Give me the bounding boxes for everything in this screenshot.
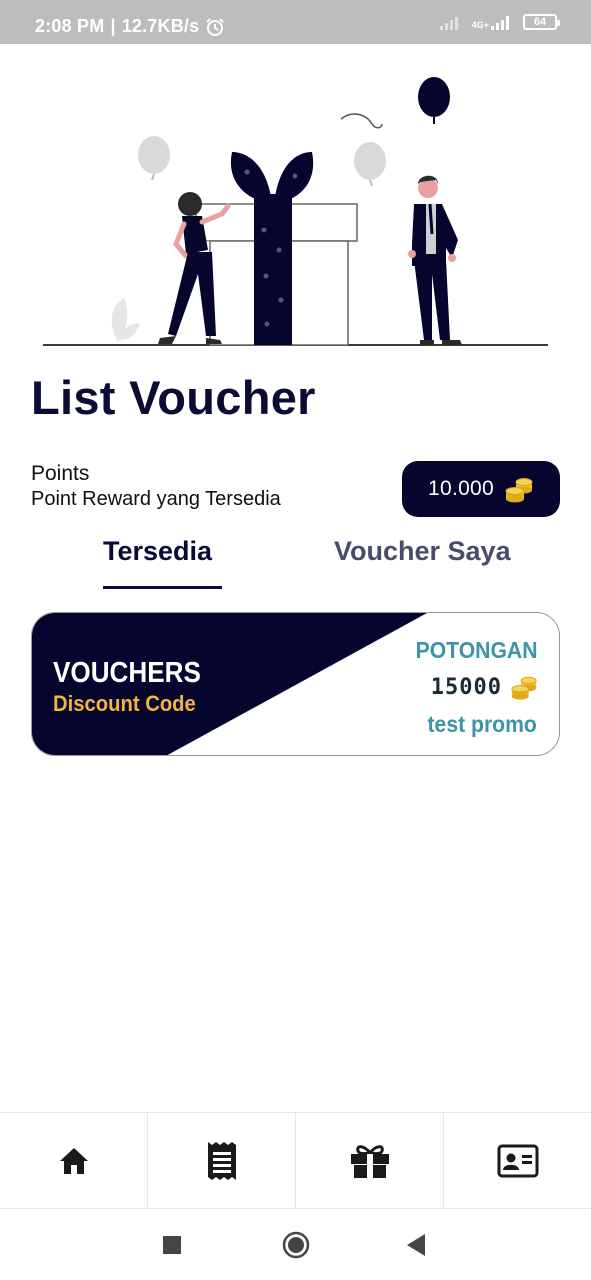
status-time: 2:08 PM [35, 16, 105, 36]
nav-transactions[interactable] [148, 1113, 296, 1208]
voucher-discount-label: POTONGAN [415, 637, 537, 663]
gift-icon [350, 1144, 389, 1178]
decor-squiggle [340, 113, 383, 129]
voucher-subheading: Discount Code [53, 691, 196, 716]
status-bar: 2:08 PM | 12.7KB/s 4G+ 64 [0, 0, 591, 44]
points-badge[interactable]: 10.000 [402, 461, 560, 517]
balloon-grey-right [354, 142, 386, 187]
status-speed: 12.7KB/s [121, 16, 200, 36]
gift-box [195, 152, 358, 346]
status-left: 2:08 PM | 12.7KB/s [35, 16, 225, 37]
network-indicator: 4G+ [472, 14, 513, 30]
status-separator: | [110, 16, 116, 36]
tab-tersedia[interactable]: Tersedia [103, 536, 212, 567]
battery-level: 64 [533, 16, 547, 28]
network-label: 4G+ [471, 20, 489, 30]
voucher-heading: VOUCHERS [53, 657, 201, 689]
signal-icon [439, 17, 458, 30]
coins-icon [511, 676, 537, 700]
bottom-navigation [0, 1112, 591, 1209]
alarm-icon [206, 17, 225, 36]
voucher-card[interactable]: VOUCHERS Discount Code POTONGAN 15000 te… [31, 612, 560, 756]
balloon-grey-left [138, 136, 170, 181]
voucher-amount-row: 15000 [431, 673, 538, 701]
page-title: List Voucher [31, 371, 316, 424]
battery-icon: 64 [523, 14, 560, 30]
signal-strong-icon [491, 16, 509, 30]
status-right: 4G+ 64 [439, 14, 560, 30]
recents-button[interactable] [163, 1236, 181, 1254]
nav-profile[interactable] [444, 1113, 591, 1208]
voucher-amount: 15000 [430, 674, 502, 700]
points-info: Points Point Reward yang Tersedia [31, 462, 281, 511]
home-icon [59, 1147, 88, 1174]
tab-active-indicator [103, 586, 222, 589]
balloon-dark [418, 77, 450, 124]
back-button[interactable] [407, 1234, 427, 1256]
nav-rewards[interactable] [296, 1113, 444, 1208]
receipt-icon [207, 1141, 236, 1180]
id-card-icon [497, 1144, 538, 1177]
points-subtitle: Point Reward yang Tersedia [31, 488, 281, 510]
coins-icon [505, 478, 533, 503]
tab-voucher-saya[interactable]: Voucher Saya [334, 536, 511, 567]
voucher-name: test promo [427, 711, 537, 737]
nav-home[interactable] [0, 1113, 148, 1208]
system-navigation [0, 1209, 591, 1280]
points-title: Points [31, 462, 90, 485]
man-figure [408, 175, 462, 345]
plant-decoration [111, 298, 140, 342]
points-value: 10.000 [427, 477, 495, 500]
voucher-illustration [43, 77, 548, 346]
home-button[interactable] [282, 1231, 310, 1259]
